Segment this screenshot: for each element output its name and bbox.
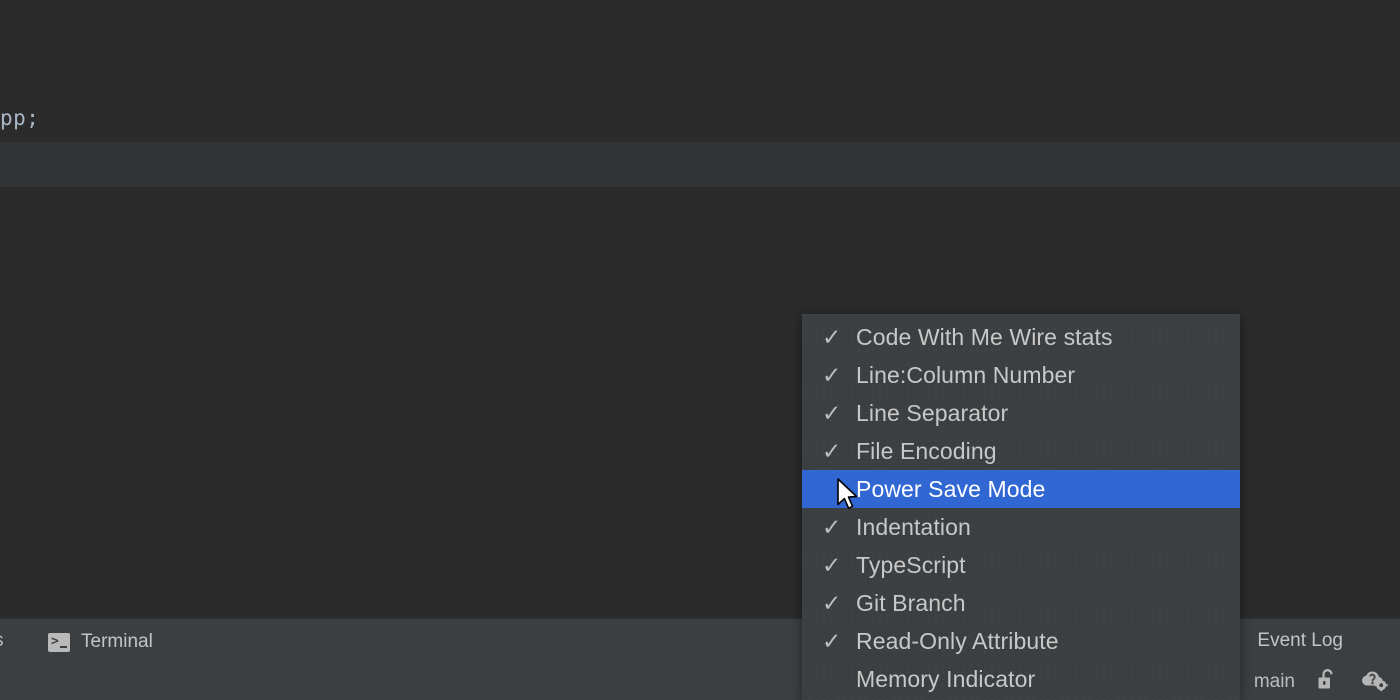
- checkmark-icon: ✓: [822, 589, 842, 616]
- ide-window: pp; s Terminal Event Log main: [0, 0, 1400, 700]
- menu-item[interactable]: Memory Indicator: [802, 660, 1240, 698]
- menu-list: ✓ Code With Me Wire stats ✓ Line:Column Num…: [802, 314, 1240, 698]
- menu-item[interactable]: Power Save Mode: [802, 470, 1240, 508]
- menu-item-label: Line Separator: [856, 399, 1009, 426]
- menu-item[interactable]: ✓ Code With Me Wire stats: [802, 318, 1240, 356]
- menu-item[interactable]: ✓ Git Branch: [802, 584, 1240, 622]
- terminal-icon: [48, 632, 70, 652]
- code-text: pp;: [0, 106, 40, 130]
- checkmark-icon: ✓: [822, 551, 842, 578]
- menu-item-label: File Encoding: [856, 437, 997, 464]
- menu-item-label: Code With Me Wire stats: [856, 323, 1113, 350]
- menu-item-label: Power Save Mode: [856, 475, 1046, 502]
- checkmark-icon: ✓: [822, 437, 842, 464]
- menu-item[interactable]: ✓ TypeScript: [802, 546, 1240, 584]
- tab-terminal-label: Terminal: [81, 631, 153, 652]
- checkmark-icon: ✓: [822, 361, 842, 388]
- menu-item-label: Memory Indicator: [856, 665, 1036, 692]
- tab-event-log[interactable]: Event Log: [1257, 630, 1400, 652]
- menu-item-label: TypeScript: [856, 551, 966, 578]
- tab-partial-left[interactable]: s: [0, 630, 4, 652]
- menu-item-label: Line:Column Number: [856, 361, 1076, 388]
- menu-item[interactable]: ✓ Line Separator: [802, 394, 1240, 432]
- tab-terminal[interactable]: Terminal: [48, 627, 153, 657]
- menu-item-label: Git Branch: [856, 589, 966, 616]
- checkmark-icon: ✓: [822, 627, 842, 654]
- menu-item[interactable]: ✓ File Encoding: [802, 432, 1240, 470]
- menu-item[interactable]: ✓ Indentation: [802, 508, 1240, 546]
- menu-item[interactable]: ✓ Line:Column Number: [802, 356, 1240, 394]
- unlocked-padlock-icon[interactable]: [1317, 668, 1338, 696]
- code-line-fragment: pp;: [0, 106, 39, 130]
- editor-area[interactable]: pp;: [0, 0, 1400, 142]
- menu-item-label: Read-Only Attribute: [856, 627, 1059, 654]
- status-bar-git-branch[interactable]: main: [1254, 671, 1295, 693]
- editor-underbar: [0, 142, 1400, 187]
- cloud-question-gear-icon[interactable]: [1360, 667, 1388, 696]
- menu-item-label: Indentation: [856, 513, 971, 540]
- checkmark-icon: ✓: [822, 399, 842, 426]
- status-bar-right-group: main: [1254, 663, 1388, 700]
- status-bar-widgets-menu[interactable]: ✓ Code With Me Wire stats ✓ Line:Column Num…: [802, 314, 1240, 700]
- checkmark-icon: ✓: [822, 513, 842, 540]
- checkmark-icon: ✓: [822, 323, 842, 350]
- menu-item[interactable]: ✓ Read-Only Attribute: [802, 622, 1240, 660]
